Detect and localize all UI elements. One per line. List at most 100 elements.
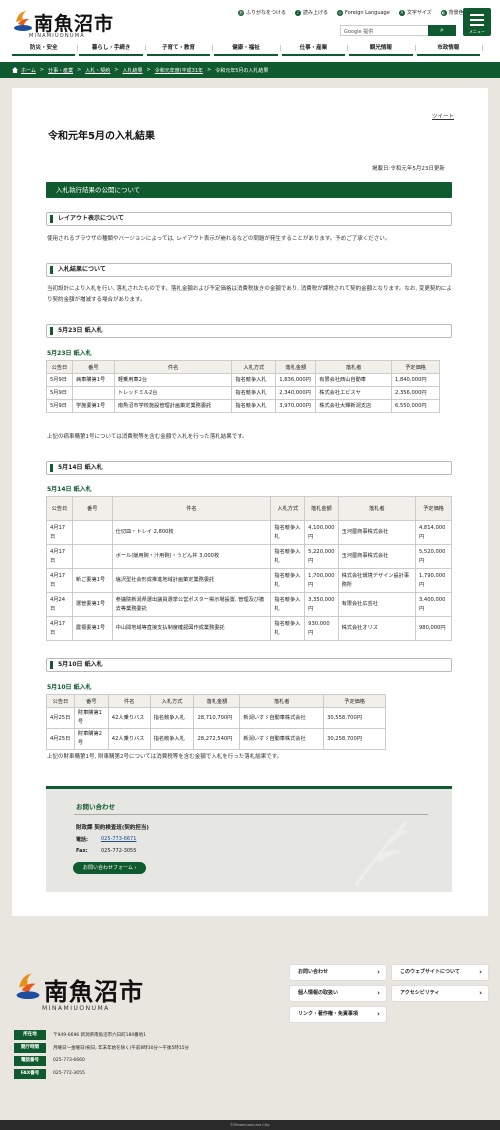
foreign-language-link[interactable]: ◎ Foreign Language [337,9,390,16]
read-aloud-link[interactable]: ♪ 読み上げる [295,9,328,16]
search-placeholder: Google 提供 [344,29,374,35]
col-header: 落札者 [337,496,416,521]
nav-item-government[interactable]: 市政情報 [416,42,484,56]
table-cell: 2,340,000円 [275,386,317,400]
table-cell [71,544,113,569]
table-cell: 5月9日 [46,386,73,400]
contact-title: お問い合わせ [76,803,115,811]
breadcrumb-home[interactable]: ホーム [21,67,36,74]
table-cell: 4月25日 [46,707,75,729]
table-cell: 指名競争入札 [270,520,306,545]
block1-subheading: 5月23日 紙入札 [47,350,92,357]
table-cell: 1,836,000円 [275,373,317,387]
col-header: 落札金額 [275,360,317,374]
search-button[interactable]: ⌕ [428,25,456,36]
utility-links: あふりがなをつける ♪ 読み上げる ◎ Foreign Language A 文字サイ… [238,9,464,16]
footer-link-accessibility[interactable]: アクセシビリティ [392,986,488,1001]
table-row: 4月17日 農振委第1号 中山間地域等直接支払制度確認図作成業務委託 指名競争入札 93… [46,616,453,641]
breadcrumb-bidding[interactable]: 入札・契約 [85,67,110,74]
block3-heading: 5月10日 紙入札 [46,658,452,672]
menu-button[interactable]: メニュー [463,8,491,36]
table-cell: 5,520,000円 [414,544,453,569]
col-header: 番号 [71,496,113,521]
table-cell: 42人乗りバス [107,707,151,729]
table-cell: 42人乗りバス [107,728,151,750]
footer-link-about-site[interactable]: このウェブサイトについて [392,965,488,980]
table-row: 4月17日 仕切皿・トレイ 2,800枚 指名競争入札 4,100,000円 玉河屋商事… [46,520,453,545]
footer-logo[interactable]: 南魚沼市 MINAMIUONUMA [14,969,144,1012]
nav-item-childcare[interactable]: 子育て・教育 [146,42,214,56]
breadcrumb-results[interactable]: 入札結果 [123,67,143,74]
layout-text: 使用されるブラウザの種類やバージョンによっては, レイアウト表示が崩れるなどの問… [47,236,391,242]
table-header-row: 公告日 番号 件名 入札方式 落札金額 落札者 予定価格 [46,360,440,374]
table-cell: 5月9日 [46,399,73,413]
menu-label: メニュー [469,29,485,34]
table-cell: 玉河屋商事株式会社 [337,520,416,545]
breadcrumb-business[interactable]: 仕事・産業 [48,67,73,74]
table-cell: 有限会社西山自動車 [315,373,392,387]
table-cell: トレッドミル2台 [113,386,233,400]
contact-box: お問い合わせ 財政課 契約検査班(契約担当) 電話: 025-773-6671 … [46,786,452,892]
search-icon: ⌕ [440,26,444,34]
table-cell: 南魚沼市学校施設管理計画策定業務委託 [113,399,233,413]
table-cell: 1,790,000円 [414,568,453,593]
nav-item-disaster[interactable]: 防災・安全 [12,42,79,56]
table-cell: 塩沢型社会形成推進地域計画策定業務委託 [111,568,272,593]
table-cell: 新ご委第1号 [71,568,113,593]
table-cell: 2,356,000円 [391,386,440,400]
section-heading: 入札執行結果の公開について [46,182,452,198]
table-cell: 新潟いすゞ自動車株式会社 [239,728,325,750]
table-cell: 3,400,000円 [414,592,453,617]
table-cell [71,386,115,400]
nav-item-health[interactable]: 健康・福祉 [214,42,282,56]
main-content: ツイート 令和元年5月の入札結果 掲載日:令和元年5月23日更新 入札執行結果の… [12,88,488,916]
table-cell: 有限会社広芸社 [337,592,416,617]
table-row: 4月25日 財車購第2号 42人乗りバス 指名競争入札 28,272,540円 新潟いすゞ… [46,728,386,750]
col-header: 公告日 [46,496,73,521]
footer-address: 所在地 〒949-6696 新潟県南魚沼市六日町180番地1 [14,1029,146,1040]
table-cell: 3,970,000円 [275,399,317,413]
col-header: 公告日 [46,360,73,374]
text-size-link[interactable]: A 文字サイズ [398,9,432,16]
contact-tel-link[interactable]: 025-773-6671 [101,836,136,842]
table-cell: 4月17日 [46,568,73,593]
col-header: 予定価格 [391,360,440,374]
breadcrumb-fiscal-year[interactable]: 令和元年度(平成31年 [155,67,203,74]
site-logo[interactable]: 南魚沼市 MINAMIUONUMA [12,8,122,39]
table-cell: 5,220,000円 [304,544,339,569]
nav-item-business[interactable]: 仕事・産業 [281,42,349,56]
footer-link-contact[interactable]: お問い合わせ [290,965,386,980]
furigana-link[interactable]: あふりがなをつける [238,9,286,16]
logo-roman: MINAMIUONUMA [29,33,85,39]
table-cell: 30,558,700円 [323,707,386,729]
footer-link-privacy[interactable]: 個人情報の取扱い [290,986,386,1001]
col-header: 入札方式 [149,694,195,708]
block3-subheading: 5月10日 紙入札 [47,684,92,691]
table-cell: 学施委第1号 [71,399,115,413]
footer-link-copyright[interactable]: リンク・著作権・免責事項 [290,1007,386,1022]
table-row: 5月9日 学施委第1号 南魚沼市学校施設管理計画策定業務委託 指名競争入札 3,970,… [46,399,440,413]
table-cell: 指名競争入札 [231,373,277,387]
tweet-link[interactable]: ツイート [432,112,454,120]
copyright: ©Minamiuonuma City. [0,1120,500,1130]
col-header: 落札金額 [304,496,339,521]
table-cell: 4月24日 [46,592,73,617]
background-color-link[interactable]: ◐ 背景色 [440,9,464,16]
table-header-row: 公告日 番号 件名 入札方式 落札金額 落札者 予定価格 [46,694,386,708]
table-cell: 仕切皿・トレイ 2,800枚 [111,520,272,545]
contrast-icon: ◐ [440,9,447,16]
table-cell: 軽乗用車2台 [113,373,233,387]
contact-form-button[interactable]: お問い合わせフォーム › [73,862,147,874]
site-footer: 南魚沼市 MINAMIUONUMA 所在地 〒949-6696 新潟県南魚沼市六日… [0,935,500,1120]
table-cell: 株式会社環境デザイン設計事務所 [337,568,416,593]
speaker-icon: ♪ [295,9,302,16]
table-cell: 参議院新潟県選出議員選挙公営ポスター掲示場設置, 管理及び撤去等業務委託 [111,592,272,617]
block3-table: 公告日 番号 件名 入札方式 落札金額 落札者 予定価格 4月25日 財車購第1号… [46,694,386,750]
table-cell: 4月17日 [46,616,73,641]
table-cell: 指名競争入札 [270,568,306,593]
results-heading: 入札結果について [46,263,452,277]
nav-item-living[interactable]: 暮らし・手続き [79,42,147,56]
nav-item-tourism[interactable]: 観光情報 [349,42,416,56]
table-row: 4月17日 ボール(飯用碗・汁用碗)・うどん丼 3,000枚 指名競争入札 5,220… [46,544,453,569]
table-cell: 指名競争入札 [231,399,277,413]
